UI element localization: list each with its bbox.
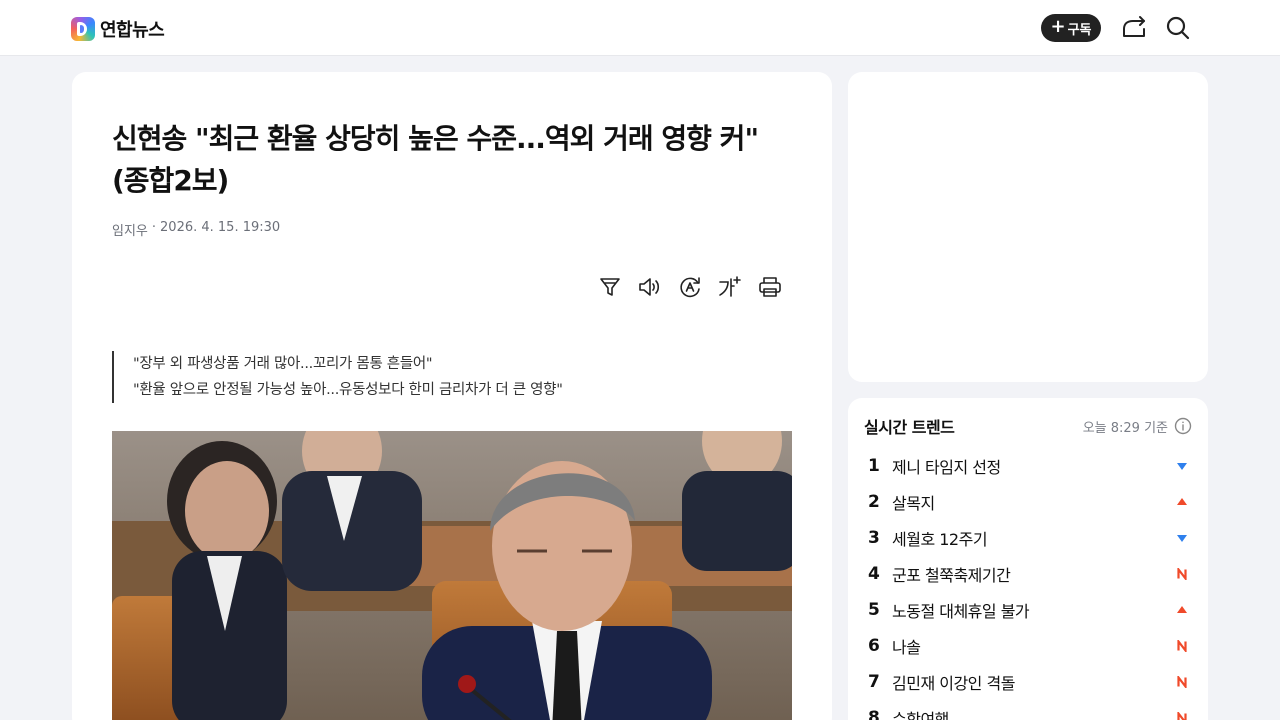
article-summary: "장부 외 파생상품 거래 많아...꼬리가 몸통 흔들어" "환율 앞으로 안… bbox=[112, 351, 563, 403]
search-icon[interactable] bbox=[1165, 15, 1191, 41]
photo-illustration bbox=[112, 431, 792, 720]
font-size-icon[interactable] bbox=[718, 274, 742, 300]
trend-keyword: 노동절 대체휴일 불가 bbox=[892, 602, 1030, 621]
rank-new-icon bbox=[1177, 640, 1187, 652]
trend-item[interactable]: 2 살목지 bbox=[864, 484, 1192, 520]
article-photo[interactable] bbox=[112, 431, 792, 720]
trend-keyword: 살목지 bbox=[892, 494, 935, 513]
rank-new-icon bbox=[1177, 676, 1187, 688]
plus-icon: + bbox=[1050, 16, 1066, 37]
rank-new-icon bbox=[1177, 568, 1187, 580]
rank-up-icon bbox=[1177, 606, 1187, 613]
rank-new-icon bbox=[1177, 712, 1187, 720]
trend-title: 실시간 트렌드 bbox=[864, 418, 955, 437]
print-icon[interactable] bbox=[758, 274, 782, 300]
top-header: 연합뉴스 + 구독 bbox=[0, 0, 1280, 56]
translate-icon[interactable] bbox=[678, 274, 702, 300]
trend-list: 1 제니 타임지 선정 2 살목지 3 세월호 12주기 4 군포 철쭉축제기간… bbox=[864, 448, 1192, 720]
trend-item[interactable]: 1 제니 타임지 선정 bbox=[864, 448, 1192, 484]
trend-rank: 2 bbox=[868, 492, 880, 512]
article-card: 신현송 "최근 환율 상당히 높은 수준...역외 거래 영향 커" (종합2보… bbox=[72, 72, 832, 720]
rank-down-icon bbox=[1177, 463, 1187, 470]
trend-keyword: 나솔 bbox=[892, 638, 921, 657]
subscribe-button[interactable]: + 구독 bbox=[1041, 14, 1101, 42]
rank-up-icon bbox=[1177, 498, 1187, 505]
rank-down-icon bbox=[1177, 535, 1187, 542]
trend-rank: 6 bbox=[868, 636, 880, 656]
filter-icon[interactable] bbox=[598, 274, 622, 300]
trend-rank: 7 bbox=[868, 672, 880, 692]
trend-item[interactable]: 8 수학여행 bbox=[864, 700, 1192, 720]
info-icon[interactable] bbox=[1174, 417, 1192, 435]
share-icon[interactable] bbox=[1121, 15, 1147, 41]
trend-item[interactable]: 7 김민재 이강인 격돌 bbox=[864, 664, 1192, 700]
trend-keyword: 군포 철쭉축제기간 bbox=[892, 566, 1011, 585]
trend-rank: 4 bbox=[868, 564, 880, 584]
logo-icon bbox=[71, 17, 95, 41]
summary-line: "장부 외 파생상품 거래 많아...꼬리가 몸통 흔들어" bbox=[133, 356, 433, 372]
trend-item[interactable]: 6 나솔 bbox=[864, 628, 1192, 664]
trend-keyword: 김민재 이강인 격돌 bbox=[892, 674, 1015, 693]
trend-updated-time: 오늘 8:29 기준 bbox=[1082, 421, 1168, 436]
logo-text: 연합뉴스 bbox=[100, 20, 165, 41]
trend-rank: 3 bbox=[868, 528, 880, 548]
trend-rank: 8 bbox=[868, 708, 880, 720]
realtime-trend-panel: 실시간 트렌드 오늘 8:29 기준 1 제니 타임지 선정 2 살목지 3 세… bbox=[848, 398, 1208, 720]
article-title: 신현송 "최근 환율 상당히 높은 수준...역외 거래 영향 커" (종합2보… bbox=[112, 122, 759, 197]
trend-item[interactable]: 5 노동절 대체휴일 불가 bbox=[864, 592, 1192, 628]
byline: 임지우 · 2026. 4. 15. 19:30 bbox=[112, 220, 280, 239]
subscribe-label: 구독 bbox=[1067, 22, 1092, 38]
publish-datetime: 2026. 4. 15. 19:30 bbox=[160, 220, 281, 235]
site-logo[interactable]: 연합뉴스 bbox=[71, 16, 165, 42]
trend-keyword: 세월호 12주기 bbox=[892, 530, 988, 549]
byline-separator: · bbox=[151, 220, 157, 235]
speaker-icon[interactable] bbox=[638, 274, 662, 300]
trend-keyword: 수학여행 bbox=[892, 710, 949, 720]
ad-slot bbox=[848, 72, 1208, 382]
trend-rank: 5 bbox=[868, 600, 880, 620]
summary-line: "환율 앞으로 안정될 가능성 높아...유동성보다 한미 금리차가 더 큰 영… bbox=[133, 382, 563, 398]
trend-keyword: 제니 타임지 선정 bbox=[892, 458, 1001, 477]
trend-item[interactable]: 4 군포 철쭉축제기간 bbox=[864, 556, 1192, 592]
trend-item[interactable]: 3 세월호 12주기 bbox=[864, 520, 1192, 556]
author[interactable]: 임지우 bbox=[112, 220, 148, 239]
article-toolbar bbox=[598, 274, 782, 300]
trend-rank: 1 bbox=[868, 456, 880, 476]
